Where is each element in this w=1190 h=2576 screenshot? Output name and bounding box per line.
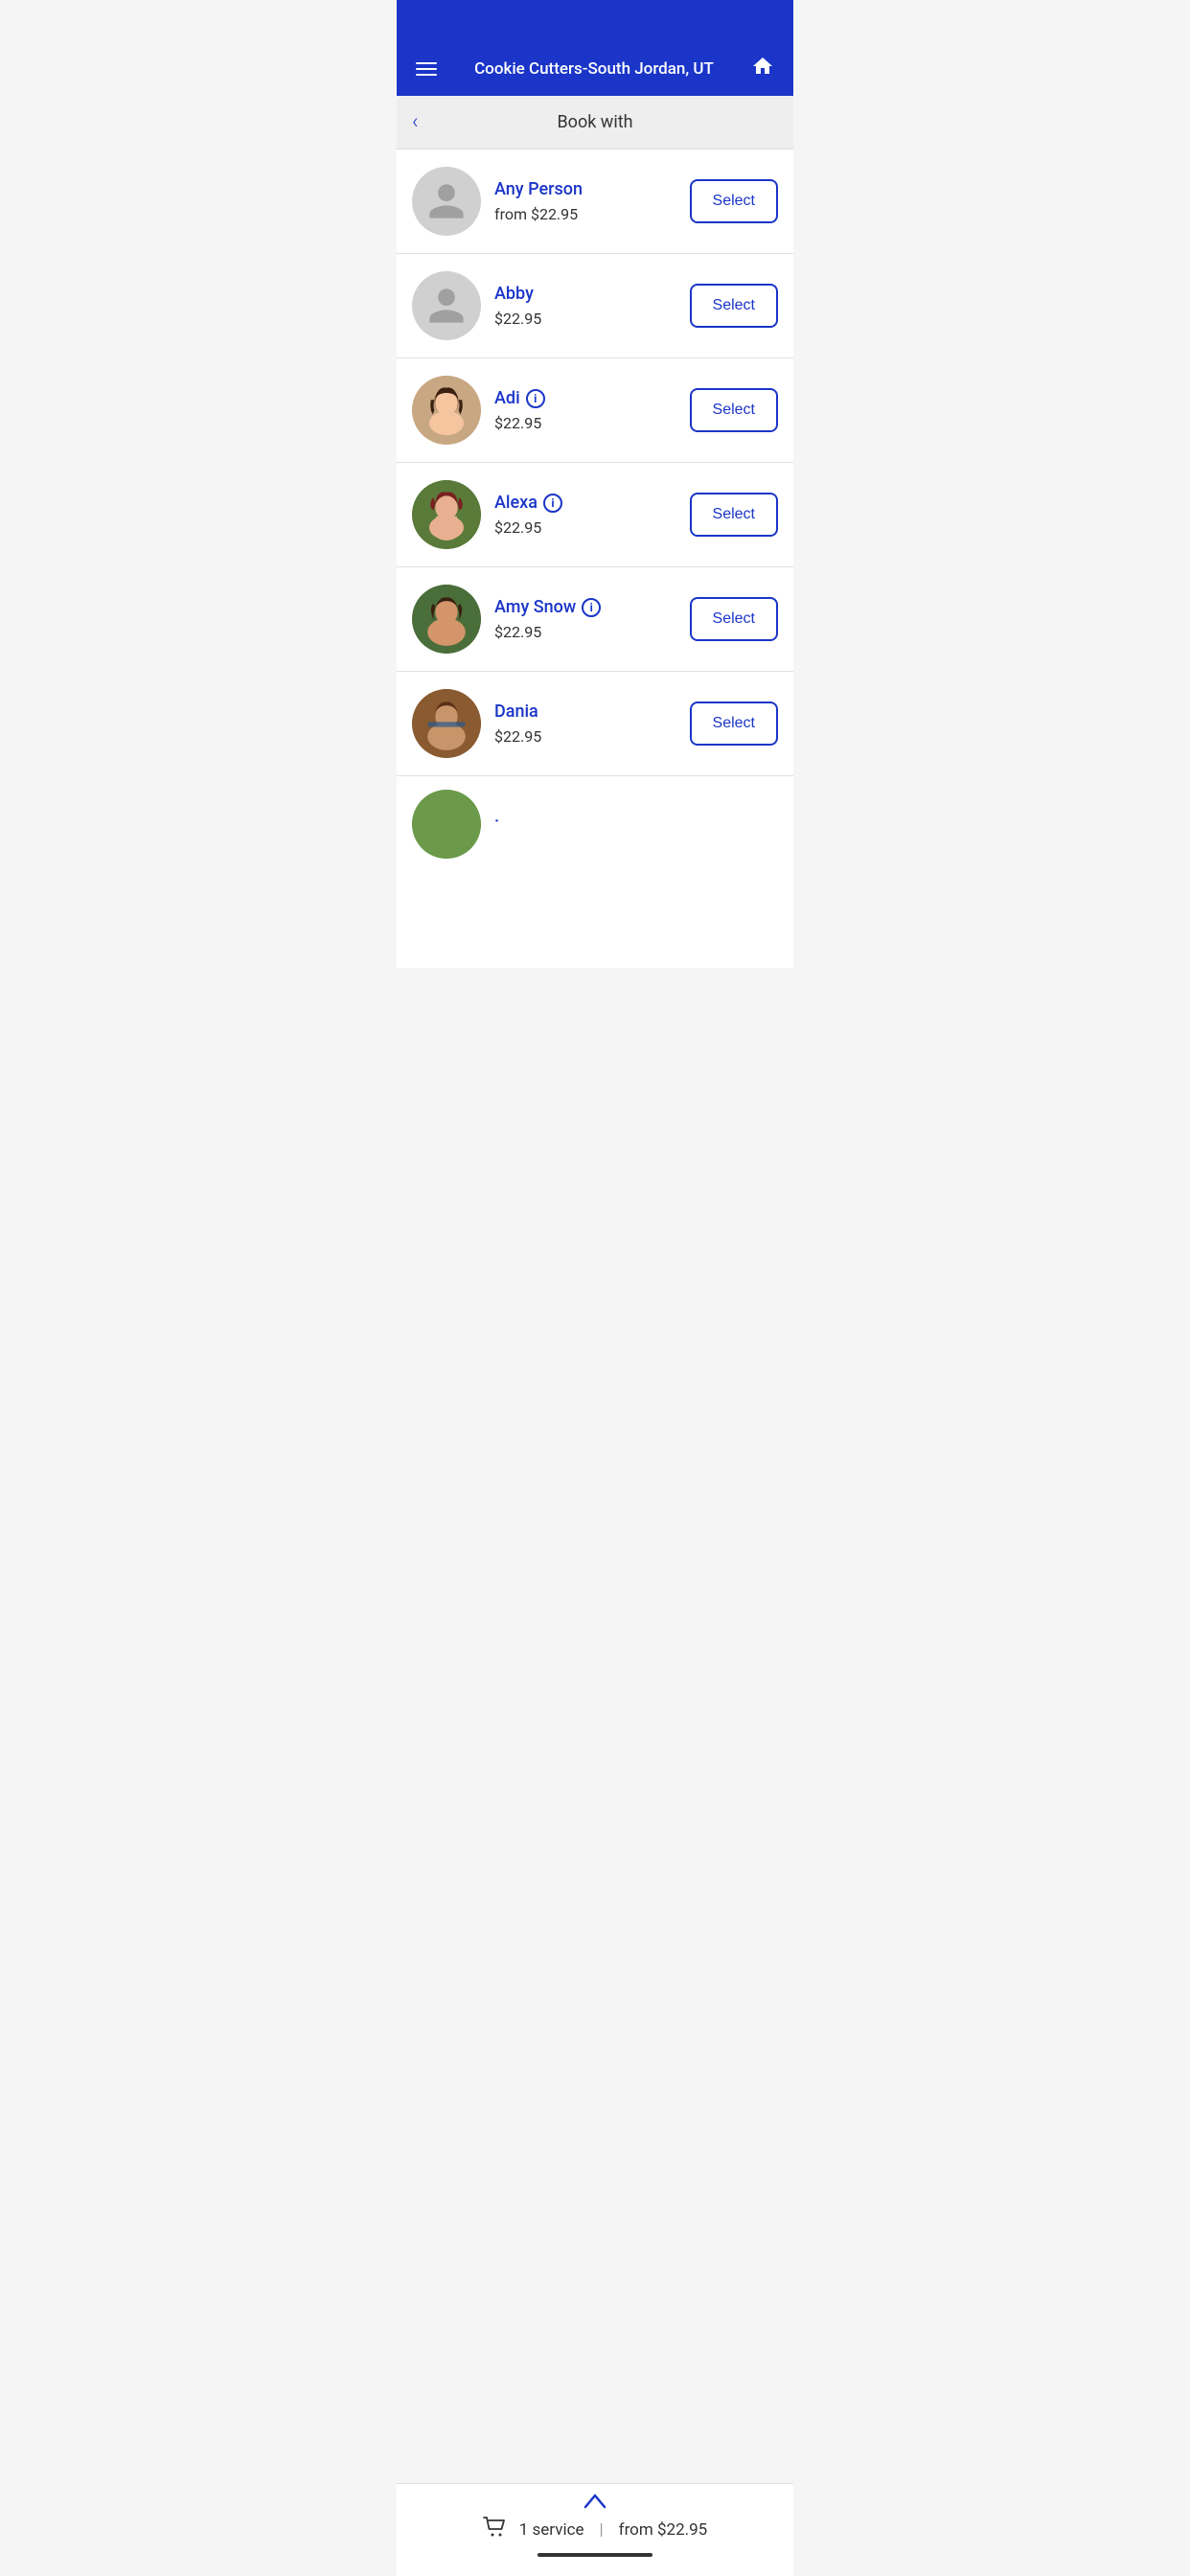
info-icon-adi[interactable]: i bbox=[526, 389, 545, 408]
select-button-alexa[interactable]: Select bbox=[690, 493, 778, 537]
select-button-abby[interactable]: Select bbox=[690, 284, 778, 328]
staff-item-abby: Abby $22.95 Select bbox=[397, 254, 793, 358]
partial-staff-item: · bbox=[397, 776, 793, 872]
staff-name-adi: Adi i bbox=[494, 388, 676, 408]
staff-info-adi: Adi i $22.95 bbox=[481, 388, 690, 432]
home-indicator bbox=[538, 2553, 652, 2557]
bottom-chevron[interactable] bbox=[416, 2484, 774, 2517]
bottom-divider: | bbox=[600, 2520, 604, 2540]
select-button-adi[interactable]: Select bbox=[690, 388, 778, 432]
hamburger-icon[interactable] bbox=[416, 62, 437, 76]
staff-item-any-person: Any Person from $22.95 Select bbox=[397, 150, 793, 254]
sub-header: ‹ Book with bbox=[397, 96, 793, 150]
select-button-amy-snow[interactable]: Select bbox=[690, 597, 778, 641]
staff-info-abby: Abby $22.95 bbox=[481, 284, 690, 328]
sub-header-title: Book with bbox=[557, 112, 632, 132]
home-icon[interactable] bbox=[751, 55, 774, 83]
info-icon-alexa[interactable]: i bbox=[543, 494, 562, 513]
bottom-bar: 1 service | from $22.95 bbox=[397, 2483, 793, 2576]
staff-item-adi: Adi i $22.95 Select bbox=[397, 358, 793, 463]
bottom-price: from $22.95 bbox=[619, 2520, 708, 2540]
staff-name-abby: Abby bbox=[494, 284, 676, 304]
staff-info-alexa: Alexa i $22.95 bbox=[481, 493, 690, 537]
header-title: Cookie Cutters-South Jordan, UT bbox=[437, 59, 751, 79]
avatar-partial bbox=[412, 790, 481, 859]
staff-price-alexa: $22.95 bbox=[494, 518, 676, 537]
staff-item-dania: Dania $22.95 Select bbox=[397, 672, 793, 776]
staff-name-any-person: Any Person bbox=[494, 179, 676, 199]
staff-name-partial: · bbox=[494, 812, 765, 832]
staff-info-dania: Dania $22.95 bbox=[481, 702, 690, 746]
staff-price-any-person: from $22.95 bbox=[494, 205, 676, 223]
staff-item-amy-snow: Amy Snow i $22.95 Select bbox=[397, 567, 793, 672]
staff-name-alexa: Alexa i bbox=[494, 493, 676, 513]
avatar-amy-snow bbox=[412, 585, 481, 654]
service-count: 1 service bbox=[519, 2520, 584, 2540]
staff-price-adi: $22.95 bbox=[494, 414, 676, 432]
staff-name-dania: Dania bbox=[494, 702, 676, 722]
select-button-any-person[interactable]: Select bbox=[690, 179, 778, 223]
staff-info-amy-snow: Amy Snow i $22.95 bbox=[481, 597, 690, 641]
avatar-abby bbox=[412, 271, 481, 340]
avatar-alexa bbox=[412, 480, 481, 549]
back-button[interactable]: ‹ bbox=[412, 110, 419, 134]
staff-price-dania: $22.95 bbox=[494, 727, 676, 746]
avatar-dania bbox=[412, 689, 481, 758]
staff-list: Any Person from $22.95 Select Abby $22.9… bbox=[397, 150, 793, 968]
staff-price-abby: $22.95 bbox=[494, 310, 676, 328]
staff-price-amy-snow: $22.95 bbox=[494, 623, 676, 641]
app-header: Cookie Cutters-South Jordan, UT bbox=[397, 42, 793, 96]
avatar-adi bbox=[412, 376, 481, 445]
status-bar bbox=[397, 0, 793, 42]
staff-info-any-person: Any Person from $22.95 bbox=[481, 179, 690, 223]
select-button-dania[interactable]: Select bbox=[690, 702, 778, 746]
avatar-any-person bbox=[412, 167, 481, 236]
staff-info-partial: · bbox=[481, 812, 778, 838]
info-icon-amy-snow[interactable]: i bbox=[582, 598, 601, 617]
bottom-content: 1 service | from $22.95 bbox=[416, 2517, 774, 2543]
staff-name-amy-snow: Amy Snow i bbox=[494, 597, 676, 617]
staff-item-alexa: Alexa i $22.95 Select bbox=[397, 463, 793, 567]
cart-icon bbox=[483, 2517, 508, 2543]
